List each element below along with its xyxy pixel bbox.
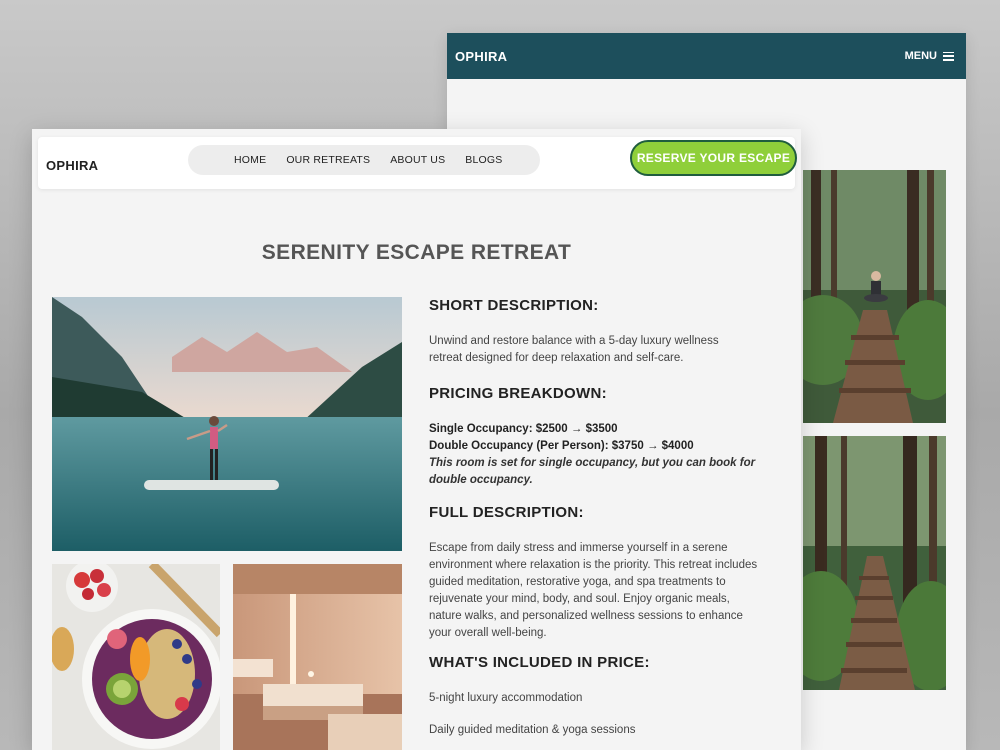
nav-about-us[interactable]: ABOUT US (390, 154, 445, 166)
included-item: 5-night luxury accommodation (429, 692, 583, 704)
acai-bowl-image (52, 564, 220, 750)
page-title: SERENITY ESCAPE RETREAT (261, 241, 572, 264)
nav-our-retreats[interactable]: OUR RETREATS (286, 154, 370, 166)
main-nav: HOME OUR RETREATS ABOUT US BLOGS (188, 145, 540, 175)
mobile-menu-button[interactable]: MENU (905, 50, 954, 62)
forest-meditation-image (803, 170, 946, 423)
mobile-header: OPHIRA MENU (447, 33, 966, 79)
desktop-preview-window: OPHIRA HOME OUR RETREATS ABOUT US BLOGS … (32, 129, 801, 750)
reserve-escape-button[interactable]: RESERVE YOUR ESCAPE (630, 140, 797, 176)
included-item: Daily guided meditation & yoga sessions (429, 724, 636, 736)
full-description-heading: FULL DESCRIPTION: (429, 504, 584, 521)
full-description-text: Escape from daily stress and immerse you… (429, 542, 758, 639)
lake-paddleboard-image (52, 297, 402, 551)
mobile-menu-label: MENU (904, 50, 937, 62)
nav-home[interactable]: HOME (234, 154, 266, 166)
desktop-logo[interactable]: OPHIRA (46, 158, 98, 173)
mobile-logo[interactable]: OPHIRA (455, 49, 507, 64)
pricing-heading: PRICING BREAKDOWN: (429, 385, 607, 402)
pricing-single: Single Occupancy: $2500 → $3500 (429, 423, 618, 435)
forest-stairs-image (803, 436, 946, 690)
short-description-text: Unwind and restore balance with a 5-day … (429, 335, 719, 364)
nav-blogs[interactable]: BLOGS (465, 154, 502, 166)
desktop-header: OPHIRA HOME OUR RETREATS ABOUT US BLOGS … (38, 137, 797, 189)
pricing-double: Double Occupancy (Per Person): $3750 → $… (429, 440, 694, 452)
pricing-breakdown: Single Occupancy: $2500 → $3500 Double O… (429, 421, 769, 489)
short-description-heading: SHORT DESCRIPTION: (429, 297, 599, 314)
hamburger-icon (943, 51, 954, 61)
spa-room-image (233, 564, 402, 750)
pricing-note: This room is set for single occupancy, b… (429, 457, 756, 486)
included-heading: WHAT'S INCLUDED IN PRICE: (429, 654, 650, 671)
